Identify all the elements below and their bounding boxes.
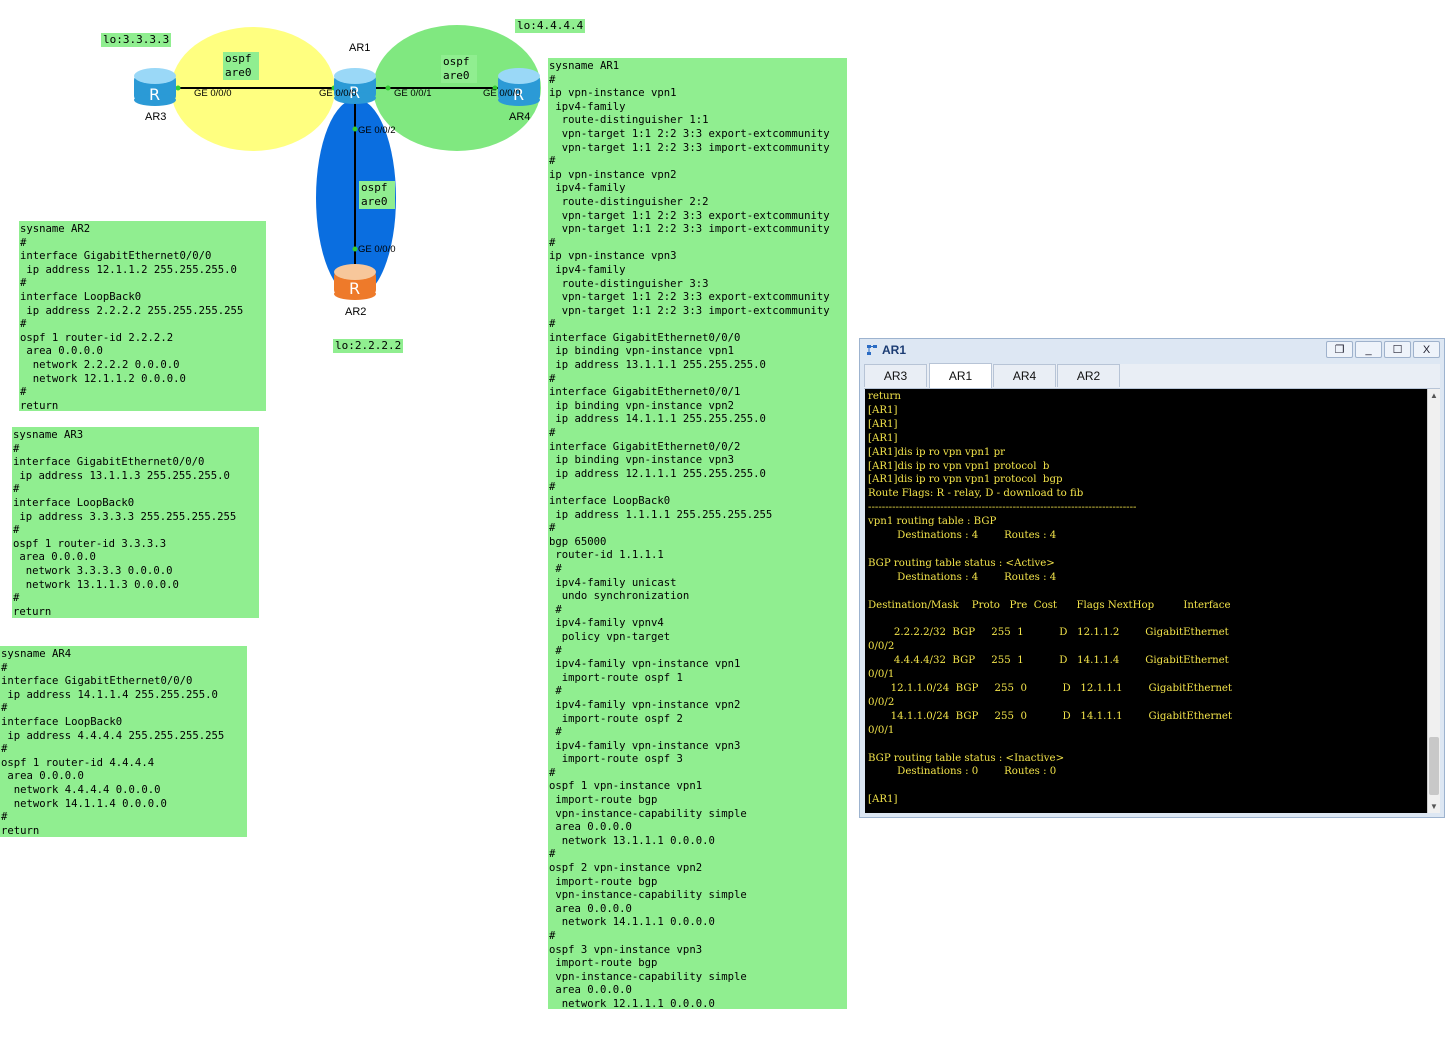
tab-ar1[interactable]: AR1 <box>929 363 992 388</box>
minimize-button[interactable]: _ <box>1355 341 1382 358</box>
svg-text:R: R <box>149 85 160 104</box>
interface-label-ar1-ge001: GE 0/0/1 <box>394 88 432 99</box>
config-box-ar3: sysname AR3 # interface GigabitEthernet0… <box>12 427 259 618</box>
terminal-app-icon <box>866 344 878 356</box>
ospf-area-tag-right: ospf are0 <box>441 55 477 83</box>
maximize-button[interactable]: ☐ <box>1384 341 1411 358</box>
router-ar2-icon[interactable]: R <box>334 264 376 300</box>
ospf-area-tag-bottom: ospf are0 <box>359 181 395 209</box>
tab-ar4[interactable]: AR4 <box>993 364 1056 387</box>
svg-text:R: R <box>349 279 360 298</box>
tab-ar2[interactable]: AR2 <box>1057 364 1120 387</box>
terminal-window-title: AR1 <box>882 343 907 357</box>
terminal-window: AR1 ❐ _ ☐ X AR3 AR1 AR4 AR2 return [AR1]… <box>859 338 1445 818</box>
interface-label-ar4-ge000: GE 0/0/0 <box>483 88 521 99</box>
restore-button[interactable]: ❐ <box>1326 341 1353 358</box>
config-box-ar2: sysname AR2 # interface GigabitEthernet0… <box>19 221 266 411</box>
router-ar1-label: AR1 <box>349 42 371 54</box>
interface-label-ar1-ge000: GE 0/0/0 <box>319 88 357 99</box>
tab-ar3[interactable]: AR3 <box>864 364 927 387</box>
terminal-tab-bar: AR3 AR1 AR4 AR2 <box>864 363 1440 389</box>
router-ar2-label: AR2 <box>345 306 367 318</box>
scroll-down-icon[interactable]: ▼ <box>1428 800 1440 813</box>
router-ar4-icon[interactable]: R <box>498 68 540 106</box>
terminal-output[interactable]: return [AR1] [AR1] [AR1] [AR1]dis ip ro … <box>865 389 1427 813</box>
router-ar4-label: AR4 <box>509 111 531 123</box>
router-ar3-label: AR3 <box>145 111 167 123</box>
interface-label-ar1-ge002: GE 0/0/2 <box>358 125 396 136</box>
terminal-scrollbar[interactable]: ▲ ▼ <box>1427 389 1440 813</box>
interface-label-ar2-ge000: GE 0/0/0 <box>358 244 396 255</box>
scroll-thumb[interactable] <box>1429 737 1439 795</box>
ospf-area-tag-left: ospf are0 <box>223 52 259 80</box>
config-box-ar1: sysname AR1 # ip vpn-instance vpn1 ipv4-… <box>548 58 847 1009</box>
router-ar3-icon[interactable]: R <box>134 68 176 106</box>
config-box-ar4: sysname AR4 # interface GigabitEthernet0… <box>0 646 247 837</box>
loopback-tag-ar2: lo:2.2.2.2 <box>333 339 404 353</box>
scroll-up-icon[interactable]: ▲ <box>1428 389 1440 402</box>
loopback-tag-ar3: lo:3.3.3.3 <box>101 33 172 47</box>
loopback-tag-ar4: lo:4.4.4.4 <box>515 19 586 33</box>
interface-label-ar3-ge000: GE 0/0/0 <box>194 88 232 99</box>
close-button[interactable]: X <box>1413 341 1440 358</box>
